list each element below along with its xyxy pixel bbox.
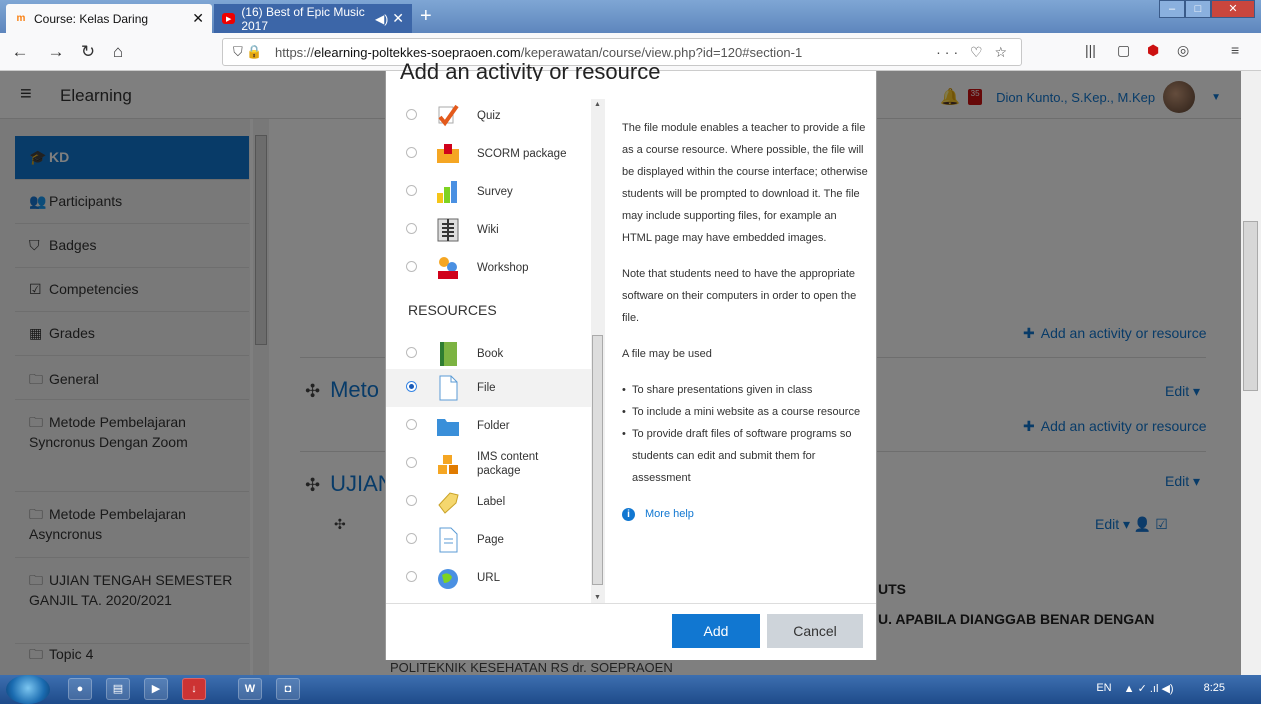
- radio[interactable]: [406, 419, 417, 430]
- audio-icon[interactable]: ◀): [375, 12, 388, 26]
- close-tab-icon[interactable]: ✕: [192, 10, 204, 27]
- tab-course[interactable]: m Course: Kelas Daring ✕: [6, 4, 212, 33]
- resources-header: RESOURCES: [408, 302, 497, 318]
- radio[interactable]: [406, 109, 417, 120]
- workshop-icon: [438, 257, 458, 279]
- option-label[interactable]: Label: [386, 483, 591, 521]
- option-folder[interactable]: Folder: [386, 407, 591, 445]
- help-list-item: To provide draft files of software progr…: [622, 423, 868, 489]
- option-survey[interactable]: Survey: [386, 173, 591, 211]
- option-page[interactable]: Page: [386, 521, 591, 559]
- help-text: A file may be used: [622, 348, 712, 360]
- help-list: To share presentations given in class To…: [622, 379, 868, 489]
- system-tray: EN ▲ ✓ .ıl ◀) 8:25: [1096, 682, 1225, 695]
- survey-icon: [437, 181, 457, 203]
- start-button[interactable]: [6, 675, 50, 704]
- tab-youtube[interactable]: ▶ (16) Best of Epic Music 2017 ◀) ✕: [214, 4, 412, 33]
- option-list: Quiz SCORM package Survey Wiki Workshop …: [386, 95, 591, 603]
- radio[interactable]: [406, 347, 417, 358]
- radio[interactable]: [406, 457, 417, 468]
- scorm-icon: [437, 144, 459, 163]
- moodle-favicon-icon: m: [16, 13, 26, 24]
- url-icon: [438, 569, 458, 589]
- label-icon: [438, 492, 459, 514]
- radio[interactable]: [406, 223, 417, 234]
- menu-icon[interactable]: ≡: [1231, 42, 1239, 58]
- page-actions[interactable]: ··· ♡ ☆: [936, 44, 1011, 61]
- help-list-item: To share presentations given in class: [622, 379, 868, 401]
- page-scrollbar[interactable]: [1241, 71, 1261, 675]
- radio[interactable]: [406, 495, 417, 506]
- site-footer: POLITEKNIK KESEHATAN RS dr. SOEPRAOEN: [390, 660, 673, 675]
- minimize-icon[interactable]: –: [1159, 0, 1185, 18]
- page-icon: [439, 527, 458, 553]
- help-text: Note that students need to have the appr…: [622, 268, 857, 324]
- language-indicator[interactable]: EN: [1096, 682, 1111, 695]
- extension-icon[interactable]: ◎: [1177, 42, 1189, 59]
- quiz-icon: [438, 104, 459, 127]
- help-list-item: To include a mini website as a course re…: [622, 401, 868, 423]
- tray-icons[interactable]: ▲ ✓ .ıl ◀): [1124, 682, 1174, 695]
- forward-icon[interactable]: →: [44, 40, 68, 64]
- folder-icon: [437, 419, 459, 436]
- back-icon[interactable]: ←: [8, 40, 32, 64]
- firefox-icon[interactable]: ●: [68, 678, 92, 700]
- tab-title: (16) Best of Epic Music 2017: [241, 4, 365, 33]
- more-help-link[interactable]: i More help: [622, 503, 868, 525]
- radio[interactable]: [406, 147, 417, 158]
- option-scorm[interactable]: SCORM package: [386, 135, 591, 173]
- radio[interactable]: [406, 571, 417, 582]
- browser-tab-strip: m Course: Kelas Daring ✕ ▶ (16) Best of …: [0, 0, 1261, 33]
- tab-title: Course: Kelas Daring: [34, 11, 149, 26]
- url-text: https://elearning-poltekkes-soepraoen.co…: [275, 45, 803, 60]
- option-book[interactable]: Book: [386, 335, 591, 373]
- add-button[interactable]: Add: [672, 614, 760, 648]
- option-file[interactable]: File: [386, 369, 591, 407]
- help-panel: The file module enables a teacher to pro…: [622, 117, 868, 525]
- ims-icon: [438, 455, 458, 474]
- library-icon[interactable]: |||: [1085, 42, 1096, 58]
- help-text: The file module enables a teacher to pro…: [622, 122, 868, 244]
- sidebar-icon[interactable]: ▢: [1117, 42, 1130, 59]
- reload-icon[interactable]: ↻: [76, 40, 100, 64]
- radio-selected[interactable]: [406, 381, 417, 392]
- option-wiki[interactable]: Wiki: [386, 211, 591, 249]
- modal-footer: Add Cancel: [386, 603, 876, 660]
- windows-taskbar: ● ▤ ▶ ↓ W ◘ EN ▲ ✓ .ıl ◀) 8:25: [0, 675, 1261, 704]
- cancel-button[interactable]: Cancel: [767, 614, 863, 648]
- word-icon[interactable]: W: [238, 678, 262, 700]
- radio[interactable]: [406, 261, 417, 272]
- window-controls: – □ ✕: [1159, 0, 1255, 18]
- lock-icon: ⛉ 🔒: [233, 44, 263, 59]
- add-activity-modal: Add an activity or resource Quiz SCORM p…: [385, 59, 877, 660]
- new-tab-button[interactable]: +: [420, 4, 432, 28]
- home-icon[interactable]: ⌂: [106, 40, 130, 64]
- maximize-icon[interactable]: □: [1185, 0, 1211, 18]
- explorer-icon[interactable]: ▤: [106, 678, 130, 700]
- option-workshop[interactable]: Workshop: [386, 249, 591, 287]
- close-tab-icon[interactable]: ✕: [392, 10, 404, 27]
- book-icon: [440, 342, 457, 366]
- modal-title: Add an activity or resource: [400, 59, 661, 81]
- zoom-icon[interactable]: ◘: [276, 678, 300, 700]
- info-icon: i: [622, 508, 635, 521]
- youtube-favicon-icon: ▶: [222, 13, 236, 24]
- radio[interactable]: [406, 185, 417, 196]
- option-quiz[interactable]: Quiz: [386, 97, 591, 135]
- file-icon: [439, 375, 458, 401]
- wiki-icon: [437, 218, 459, 242]
- option-ims[interactable]: IMS content package: [386, 445, 591, 483]
- option-list-scrollbar[interactable]: ▲ ▼: [591, 99, 605, 603]
- media-icon[interactable]: ▶: [144, 678, 168, 700]
- radio[interactable]: [406, 533, 417, 544]
- clock[interactable]: 8:25: [1204, 682, 1225, 695]
- ublock-icon[interactable]: ⬢: [1147, 42, 1159, 59]
- option-url[interactable]: URL: [386, 559, 591, 597]
- download-icon[interactable]: ↓: [182, 678, 206, 700]
- close-window-icon[interactable]: ✕: [1211, 0, 1255, 18]
